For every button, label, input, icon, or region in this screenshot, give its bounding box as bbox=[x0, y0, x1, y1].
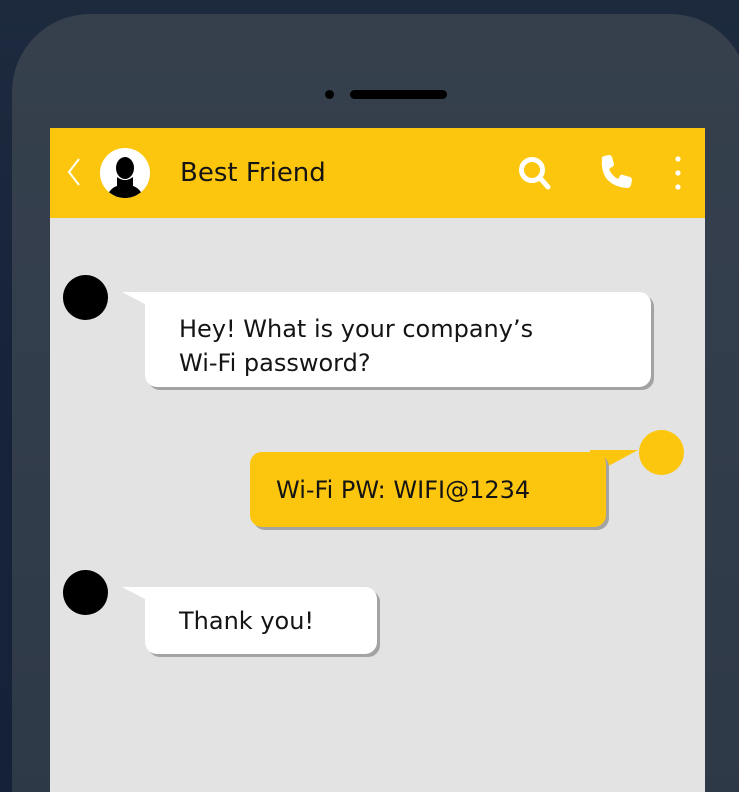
message-text-line: Hey! What is your company’s bbox=[179, 315, 534, 343]
message-text: Wi-Fi PW: WIFI@1234 bbox=[276, 476, 531, 504]
message-text-line: Wi-Fi password? bbox=[179, 349, 371, 377]
message-bubble-incoming[interactable]: Hey! What is your company’s Wi-Fi passwo… bbox=[145, 292, 651, 387]
message-bubble-incoming[interactable]: Thank you! bbox=[145, 587, 377, 654]
avatar[interactable] bbox=[100, 148, 150, 198]
speaker-grille bbox=[350, 90, 447, 99]
person-silhouette-icon bbox=[106, 157, 144, 198]
my-avatar-dot bbox=[639, 430, 684, 475]
contact-name[interactable]: Best Friend bbox=[180, 156, 326, 190]
chat-screen: Best Friend Hey! What is your company’s … bbox=[50, 128, 705, 792]
chevron-left-icon[interactable] bbox=[66, 157, 82, 187]
search-icon[interactable] bbox=[518, 155, 552, 191]
friend-avatar-dot bbox=[63, 570, 108, 615]
friend-avatar-dot bbox=[63, 275, 108, 320]
more-vertical-icon[interactable] bbox=[672, 155, 684, 191]
camera-dot bbox=[325, 90, 334, 99]
message-bubble-outgoing[interactable]: Wi-Fi PW: WIFI@1234 bbox=[250, 452, 606, 527]
phone-icon[interactable] bbox=[597, 154, 633, 190]
message-text: Thank you! bbox=[179, 607, 315, 635]
chat-header: Best Friend bbox=[50, 128, 705, 218]
